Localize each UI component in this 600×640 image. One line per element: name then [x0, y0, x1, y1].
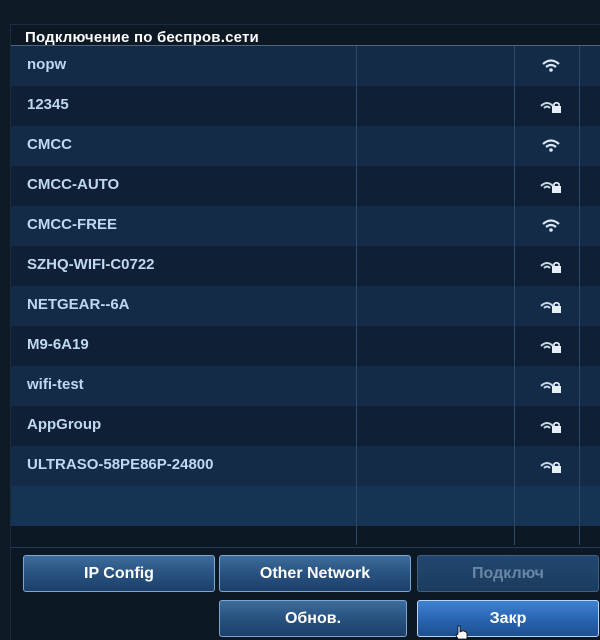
other-network-button[interactable]: Other Network [219, 555, 411, 592]
network-row[interactable]: nopw [11, 46, 600, 86]
connect-button[interactable]: Подключ [417, 555, 599, 592]
wifi-locked-icon [531, 255, 571, 277]
refresh-button[interactable]: Обнов. [219, 600, 407, 637]
close-button[interactable]: Закр [417, 600, 599, 637]
network-row[interactable]: M9-6A19 [11, 326, 600, 366]
network-row[interactable]: NETGEAR--6A [11, 286, 600, 326]
network-row[interactable]: 12345 [11, 86, 600, 126]
network-name: NETGEAR--6A [27, 296, 130, 313]
column-divider [579, 46, 580, 545]
wifi-open-icon [531, 55, 571, 77]
network-name: M9-6A19 [27, 336, 89, 353]
column-divider [514, 46, 515, 545]
network-row[interactable]: ULTRASO-58PE86P-24800 [11, 446, 600, 486]
ip-config-button[interactable]: IP Config [23, 555, 215, 592]
wifi-locked-icon [531, 175, 571, 197]
network-name: CMCC-AUTO [27, 176, 120, 193]
wireless-connection-dialog: Подключение по беспров.сети ULTRASO-58PE… [10, 24, 600, 640]
wifi-locked-icon [531, 335, 571, 357]
wifi-locked-icon [531, 95, 571, 117]
network-row[interactable]: CMCC-FREE [11, 206, 600, 246]
network-row[interactable]: CMCC-AUTO [11, 166, 600, 206]
network-row[interactable]: wifi-test [11, 366, 600, 406]
column-divider [356, 46, 357, 545]
network-name: CMCC [27, 136, 72, 153]
network-row[interactable]: CMCC [11, 126, 600, 166]
network-list[interactable]: ULTRASO-58PE86P-24800 AppGroup wifi-test M9… [11, 46, 600, 545]
network-name: ULTRASO-58PE86P-24800 [27, 456, 214, 473]
hand-cursor-icon [455, 625, 468, 639]
network-name: 12345 [27, 96, 69, 113]
network-name: CMCC-FREE [27, 216, 117, 233]
wifi-locked-icon [531, 455, 571, 477]
empty-row [11, 486, 600, 526]
network-row[interactable]: AppGroup [11, 406, 600, 446]
network-name: nopw [27, 56, 67, 73]
network-name: AppGroup [27, 416, 102, 433]
list-bottom-border [11, 547, 600, 548]
wifi-locked-icon [531, 415, 571, 437]
network-name: SZHQ-WIFI-C0722 [27, 256, 155, 273]
network-name: wifi-test [27, 376, 84, 393]
wifi-open-icon [531, 135, 571, 157]
wifi-locked-icon [531, 295, 571, 317]
wifi-open-icon [531, 215, 571, 237]
dialog-title: Подключение по беспров.сети [25, 29, 259, 46]
network-row[interactable]: SZHQ-WIFI-C0722 [11, 246, 600, 286]
wifi-locked-icon [531, 375, 571, 397]
